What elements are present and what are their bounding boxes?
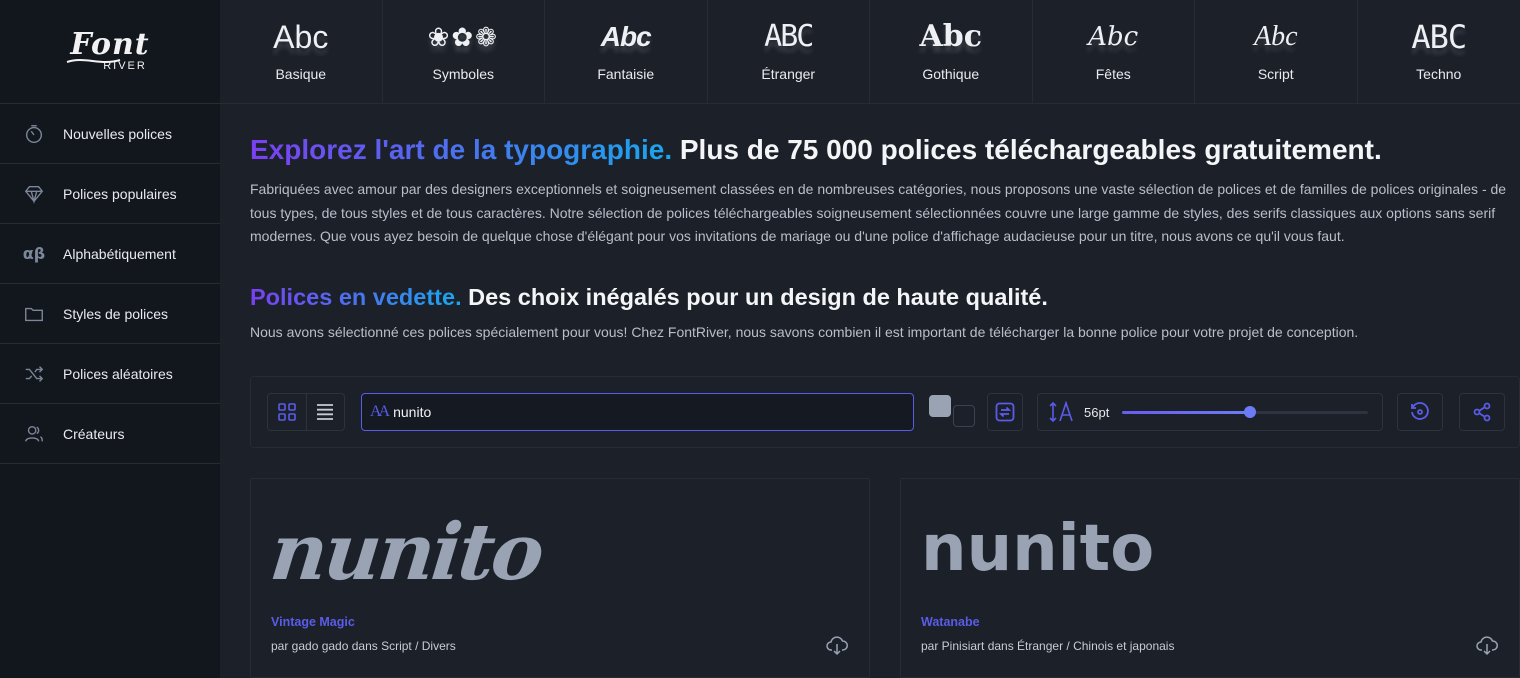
- sidebar-item-popular-fonts[interactable]: Polices populaires: [0, 164, 220, 224]
- font-size-slider-handle[interactable]: [1243, 405, 1256, 418]
- featured-title-rest: Des choix inégalés pour un design de hau…: [461, 284, 1048, 310]
- category-script[interactable]: Abc Script: [1195, 0, 1358, 104]
- sidebar-item-random-fonts[interactable]: Polices aléatoires: [0, 344, 220, 404]
- category-label: Symboles: [432, 66, 494, 82]
- font-card[interactable]: nunito Watanabe par Pinisiart dans Étran…: [900, 478, 1520, 678]
- font-card[interactable]: nunito Vintage Magic par gado gado dans …: [250, 478, 870, 678]
- category-sample: Abc: [273, 19, 329, 55]
- sidebar-item-label: Alphabétiquement: [63, 245, 176, 262]
- grid-icon: [278, 403, 296, 421]
- page-title-rest: Plus de 75 000 polices téléchargeables g…: [672, 134, 1382, 165]
- category-label: Script: [1257, 66, 1294, 82]
- share-button[interactable]: [1459, 393, 1505, 431]
- category-label: Techno: [1416, 66, 1462, 82]
- category-label: Fantaisie: [597, 66, 655, 82]
- font-name-link[interactable]: Watanabe: [921, 615, 980, 629]
- category-techno[interactable]: ABC Techno: [1358, 0, 1520, 104]
- category-sample: ABC: [1411, 18, 1467, 56]
- alpha-beta-icon: αβ: [22, 244, 46, 263]
- preview-text-field: AA: [361, 393, 914, 431]
- sidebar-item-alphabetical[interactable]: αβ Alphabétiquement: [0, 224, 220, 284]
- category-sample: Abc: [600, 21, 652, 52]
- category-label: Gothique: [922, 66, 980, 82]
- diamond-icon: [22, 182, 46, 206]
- sidebar-item-label: Styles de polices: [63, 305, 169, 322]
- swap-colors-button[interactable]: [987, 393, 1023, 431]
- page-title: Explorez l'art de la typographie. Plus d…: [250, 134, 1382, 166]
- category-foreign[interactable]: ABC Étranger: [708, 0, 870, 104]
- share-icon: [1473, 402, 1491, 422]
- category-basic[interactable]: Abc Basique: [220, 0, 383, 104]
- category-fantasy[interactable]: Abc Fantaisie: [545, 0, 708, 104]
- category-sample: Abc: [919, 19, 983, 54]
- font-preview: nunito: [921, 499, 1481, 609]
- shuffle-icon: [22, 362, 46, 386]
- font-meta: par gado gado dans Script / Divers: [271, 639, 456, 653]
- sidebar-item-label: Polices populaires: [63, 185, 177, 202]
- category-label: Fêtes: [1095, 66, 1131, 82]
- sidebar-item-new-fonts[interactable]: Nouvelles polices: [0, 104, 220, 164]
- featured-title: Polices en vedette. Des choix inégalés p…: [250, 284, 1048, 311]
- featured-title-accent: Polices en vedette.: [250, 284, 462, 310]
- font-size-slider-fill: [1122, 410, 1250, 414]
- folder-icon: [22, 302, 46, 326]
- sidebar-item-label: Polices aléatoires: [63, 365, 173, 382]
- category-label: Étranger: [761, 66, 816, 82]
- featured-paragraph: Nous avons sélectionné ces polices spéci…: [250, 324, 1359, 340]
- swap-icon: [995, 402, 1015, 422]
- category-holidays[interactable]: Abc Fêtes: [1033, 0, 1195, 104]
- users-icon: [22, 422, 46, 446]
- preview-text-input[interactable]: [393, 404, 874, 420]
- download-button[interactable]: [825, 633, 849, 657]
- cloud-download-icon: [1476, 636, 1498, 656]
- sidebar-item-label: Créateurs: [63, 425, 125, 442]
- reset-icon: [1411, 402, 1429, 420]
- font-name-link[interactable]: Vintage Magic: [271, 615, 355, 629]
- logo-subtext: RIVER: [103, 59, 147, 72]
- grid-view-button[interactable]: [268, 394, 306, 430]
- category-label: Basique: [275, 66, 327, 82]
- category-sample: ❀✿❁: [427, 22, 499, 52]
- font-size-control: 56pt: [1037, 393, 1383, 431]
- font-preview-text: nunito: [271, 507, 546, 598]
- preview-toolbar: AA 56pt: [250, 376, 1520, 448]
- category-sample: Abc: [1253, 21, 1298, 52]
- sidebar: Font RIVER Nouvelles polices Polices pop…: [0, 0, 220, 678]
- font-meta: par Pinisiart dans Étranger / Chinois et…: [921, 639, 1175, 653]
- font-preview-text: nunito: [921, 512, 1155, 586]
- category-symbols[interactable]: ❀✿❁ Symboles: [383, 0, 545, 104]
- text-size-icon: AA: [370, 403, 390, 420]
- category-gothic[interactable]: Abc Gothique: [870, 0, 1033, 104]
- sidebar-item-label: Nouvelles polices: [63, 125, 172, 142]
- category-bar: Abc Basique ❀✿❁ Symboles Abc Fantaisie A…: [220, 0, 1520, 104]
- list-view-button[interactable]: [305, 394, 344, 430]
- font-preview: nunito: [271, 499, 831, 609]
- text-color-swatch[interactable]: [929, 395, 951, 417]
- intro-paragraph: Fabriquées avec amour par des designers …: [250, 181, 1507, 244]
- list-icon: [317, 404, 334, 420]
- view-toggle: [267, 393, 345, 431]
- reset-button[interactable]: [1397, 393, 1443, 431]
- color-swatches: [929, 395, 977, 433]
- site-logo[interactable]: Font RIVER: [0, 0, 220, 104]
- sidebar-item-creators[interactable]: Créateurs: [0, 404, 220, 464]
- page-title-accent: Explorez l'art de la typographie.: [250, 134, 673, 165]
- font-size-value: 56pt: [1084, 404, 1110, 420]
- background-color-swatch[interactable]: [953, 405, 975, 427]
- download-button[interactable]: [1475, 633, 1499, 657]
- font-size-icon: [1049, 401, 1073, 423]
- cloud-download-icon: [826, 636, 848, 656]
- logo-text: Font: [70, 26, 150, 62]
- font-size-slider[interactable]: [1122, 405, 1368, 418]
- category-sample: ABC: [764, 19, 814, 54]
- sidebar-item-font-styles[interactable]: Styles de polices: [0, 284, 220, 344]
- category-sample: Abc: [1088, 22, 1139, 52]
- clock-icon: [22, 122, 46, 146]
